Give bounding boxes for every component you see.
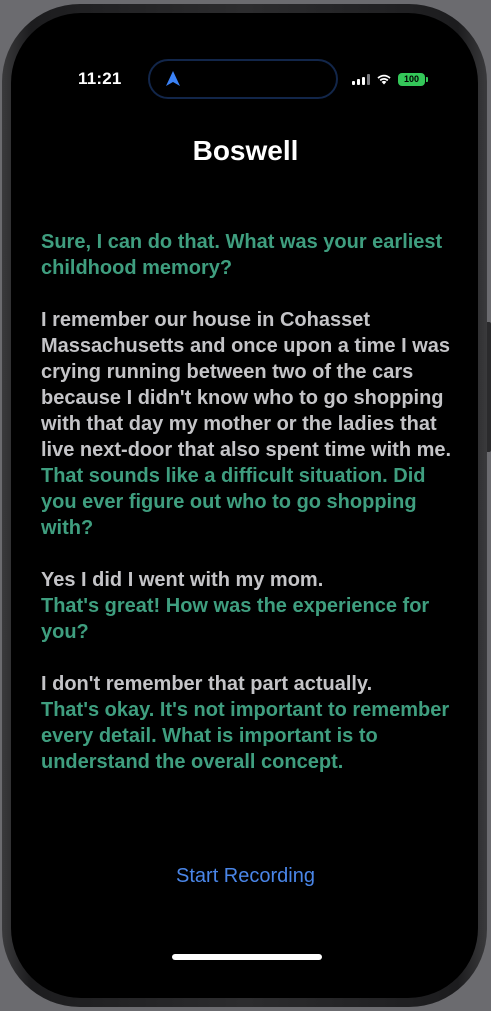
app-title: Boswell bbox=[192, 135, 299, 166]
assistant-message: That's okay. It's not important to remem… bbox=[41, 699, 450, 773]
user-message: Yes I did I went with my mom. bbox=[41, 569, 324, 591]
screen: 11:21 100 Boswell Sure, I can do that. W… bbox=[20, 19, 471, 990]
start-recording-button[interactable]: Start Recording bbox=[20, 865, 471, 888]
user-message: I don't remember that part actually. bbox=[41, 673, 373, 695]
status-time: 11:21 bbox=[78, 69, 122, 88]
device: 11:21 100 Boswell Sure, I can do that. W… bbox=[0, 0, 491, 1011]
cellular-signal-icon bbox=[352, 73, 370, 85]
status-icons: 100 bbox=[352, 69, 428, 89]
user-message: I remember our house in Cohasset Massach… bbox=[41, 309, 452, 461]
dynamic-island[interactable] bbox=[148, 59, 338, 99]
assistant-message: That sounds like a difficult situation. … bbox=[41, 465, 426, 539]
home-indicator[interactable] bbox=[172, 954, 322, 960]
assistant-message: Sure, I can do that. What was your earli… bbox=[41, 231, 443, 279]
transcript: Sure, I can do that. What was your earli… bbox=[41, 229, 461, 775]
assistant-message: That's great! How was the experience for… bbox=[41, 595, 430, 643]
battery-cap bbox=[426, 76, 428, 82]
battery-icon: 100 bbox=[398, 72, 425, 86]
wifi-icon bbox=[377, 74, 391, 85]
location-arrow-icon bbox=[166, 71, 180, 86]
